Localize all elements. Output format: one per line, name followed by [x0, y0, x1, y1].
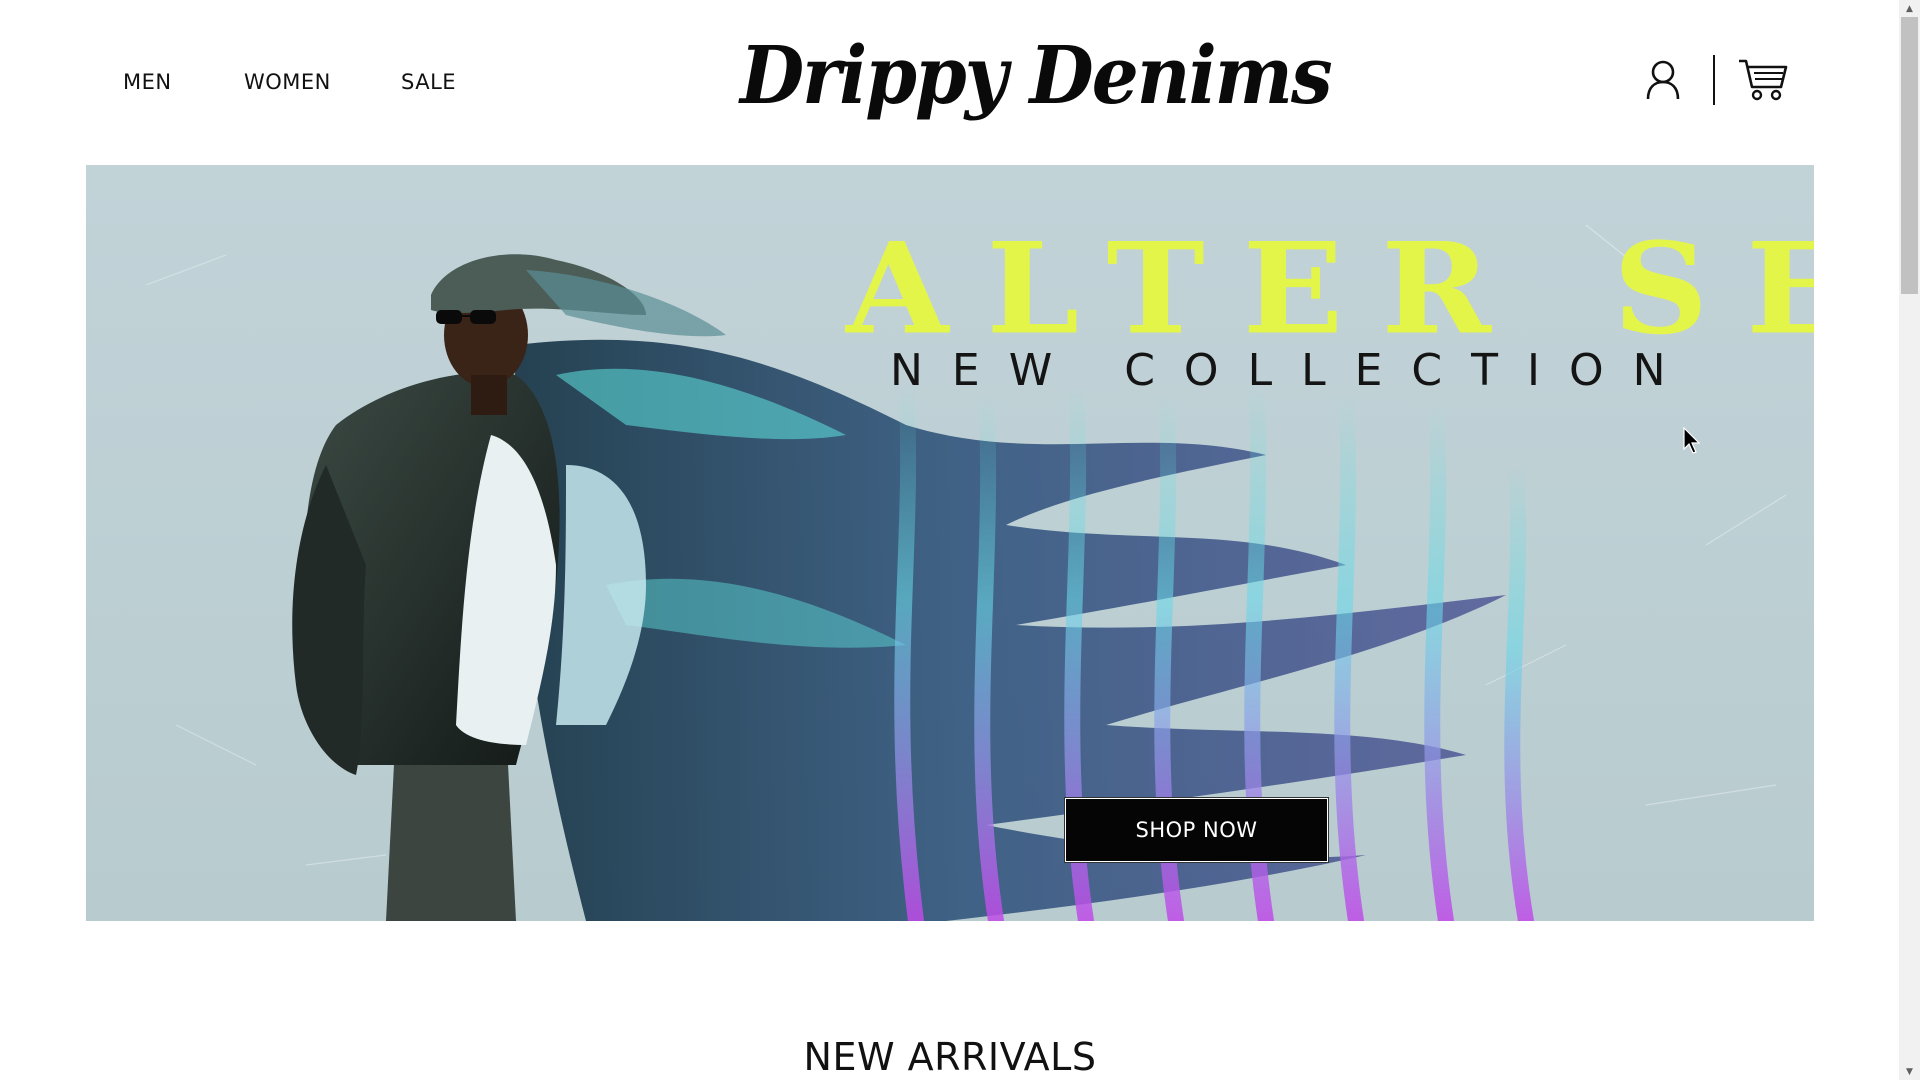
- hero-title: ALTER SELF: [846, 215, 1814, 363]
- new-arrivals-heading: NEW ARRIVALS: [803, 1035, 1097, 1079]
- hero-banner[interactable]: ALTER SELF NEW COLLECTION SHOP NOW: [86, 165, 1814, 921]
- nav-link-men[interactable]: MEN: [123, 70, 172, 94]
- scroll-down-arrow-icon[interactable]: ▼: [1899, 1063, 1920, 1080]
- site-logo[interactable]: Drippy Denims: [740, 36, 1333, 116]
- user-icon[interactable]: [1646, 60, 1680, 105]
- header-divider: [1713, 55, 1715, 105]
- cart-icon[interactable]: [1737, 57, 1789, 108]
- scrollbar-thumb[interactable]: [1901, 17, 1918, 294]
- scroll-up-arrow-icon[interactable]: ▲: [1899, 0, 1920, 17]
- hero-subtitle: NEW COLLECTION: [890, 345, 1695, 396]
- nav-link-women[interactable]: WOMEN: [244, 70, 331, 94]
- shop-now-button[interactable]: SHOP NOW: [1064, 797, 1329, 863]
- nav-link-sale[interactable]: SALE: [401, 70, 456, 94]
- page: MEN WOMEN SALE Drippy Denims ALTER S NEW…: [0, 0, 1920, 1080]
- mouse-cursor-icon: [1683, 426, 1703, 460]
